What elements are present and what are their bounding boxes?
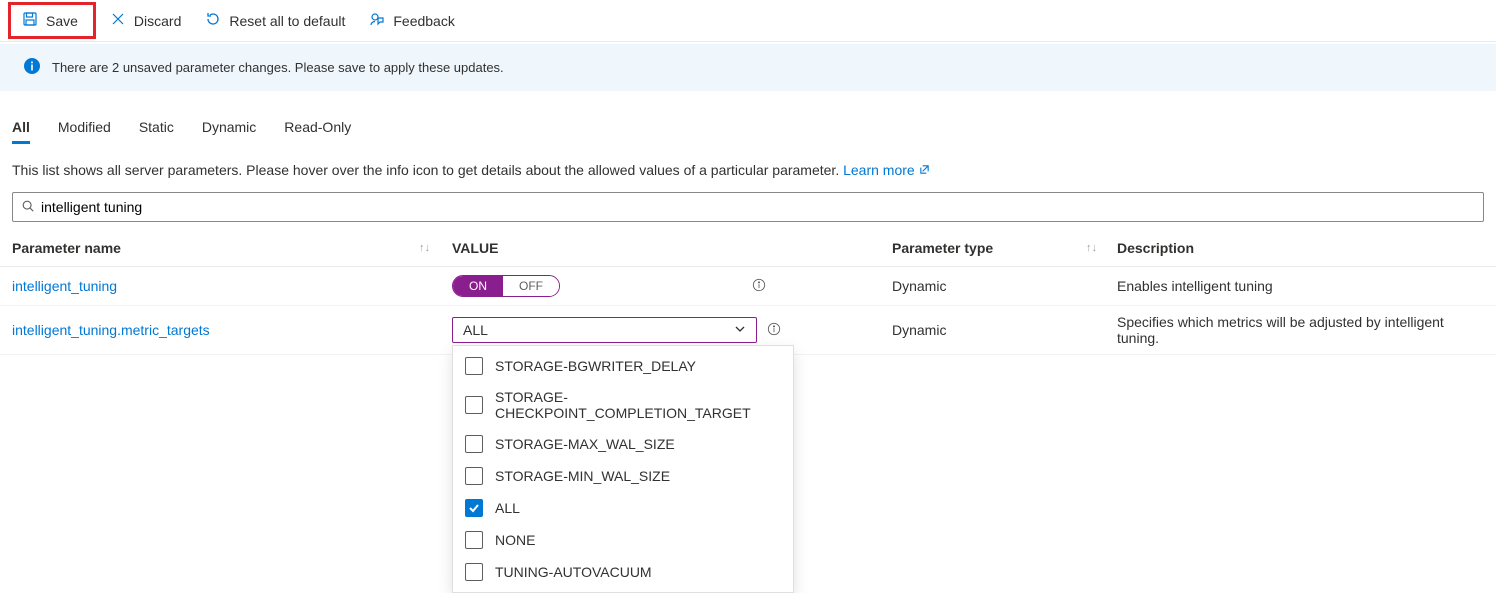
cell-desc: Specifies which metrics will be adjusted… — [1117, 314, 1484, 346]
col-header-value-label: VALUE — [452, 240, 498, 256]
table-row: intelligent_tuning.metric_targets ALL ST… — [0, 306, 1496, 355]
save-label: Save — [46, 13, 78, 29]
info-icon[interactable] — [752, 278, 766, 295]
dropdown-item[interactable]: STORAGE-CHECKPOINT_COMPLETION_TARGET — [453, 382, 793, 428]
learn-more-label: Learn more — [843, 162, 915, 178]
info-banner: There are 2 unsaved parameter changes. P… — [0, 44, 1496, 91]
cell-desc: Enables intelligent tuning — [1117, 278, 1484, 294]
learn-more-link[interactable]: Learn more — [843, 162, 929, 178]
description-row: This list shows all server parameters. P… — [0, 144, 1496, 192]
tab-dynamic[interactable]: Dynamic — [202, 119, 256, 144]
dropdown-item[interactable]: STORAGE-BGWRITER_DELAY — [453, 350, 793, 382]
cell-value: ON OFF — [452, 275, 892, 297]
checkbox[interactable] — [465, 531, 483, 549]
col-header-name[interactable]: Parameter name ↑↓ — [12, 240, 452, 256]
save-button[interactable]: Save — [12, 6, 92, 35]
sort-icon: ↑↓ — [419, 242, 430, 254]
reset-label: Reset all to default — [229, 13, 345, 29]
dropdown-item-label: STORAGE-BGWRITER_DELAY — [495, 358, 696, 374]
col-header-type-label: Parameter type — [892, 240, 993, 256]
dropdown-item-label: NONE — [495, 532, 535, 548]
checkbox[interactable] — [465, 357, 483, 375]
param-link[interactable]: intelligent_tuning.metric_targets — [12, 322, 210, 338]
discard-button[interactable]: Discard — [100, 5, 191, 36]
search-box[interactable] — [12, 192, 1484, 222]
dropdown-item[interactable]: TUNING-AUTOVACUUM — [453, 556, 793, 588]
table-row: intelligent_tuning ON OFF Dynamic Enable… — [0, 267, 1496, 306]
dropdown-item[interactable]: NONE — [453, 524, 793, 556]
chevron-down-icon — [734, 322, 746, 338]
tab-static[interactable]: Static — [139, 119, 174, 144]
checkbox[interactable] — [465, 396, 483, 414]
reset-button[interactable]: Reset all to default — [195, 5, 355, 36]
feedback-label: Feedback — [393, 13, 454, 29]
dropdown-item-label: STORAGE-CHECKPOINT_COMPLETION_TARGET — [495, 389, 781, 421]
dropdown-item[interactable]: ALL — [453, 492, 793, 524]
reset-icon — [205, 11, 221, 30]
tab-modified[interactable]: Modified — [58, 119, 111, 144]
select-value: ALL — [463, 322, 488, 338]
info-icon[interactable] — [767, 322, 781, 339]
checkbox[interactable] — [465, 435, 483, 453]
toggle-off: OFF — [503, 276, 559, 296]
dropdown-menu: STORAGE-BGWRITER_DELAY STORAGE-CHECKPOINT… — [452, 345, 794, 593]
checkbox[interactable] — [465, 563, 483, 581]
col-header-name-label: Parameter name — [12, 240, 121, 256]
dropdown-item[interactable]: STORAGE-MIN_WAL_SIZE — [453, 460, 793, 492]
search-icon — [21, 199, 35, 216]
col-header-value[interactable]: VALUE — [452, 240, 892, 256]
toolbar: Save Discard Reset all to default Feedba… — [0, 0, 1496, 42]
cell-value: ALL STORAGE-BGWRITER_DELAYSTORAGE-CHECKP… — [452, 317, 892, 343]
cell-type: Dynamic — [892, 322, 1117, 338]
dropdown-item-label: TUNING-AUTOVACUUM — [495, 564, 652, 580]
dropdown-item-label: ALL — [495, 500, 520, 516]
col-header-desc-label: Description — [1117, 240, 1194, 256]
cell-name: intelligent_tuning — [12, 278, 452, 294]
toggle-on: ON — [453, 276, 503, 296]
toggle-switch[interactable]: ON OFF — [452, 275, 560, 297]
external-link-icon — [919, 162, 930, 178]
discard-icon — [110, 11, 126, 30]
dropdown-item-label: STORAGE-MIN_WAL_SIZE — [495, 468, 670, 484]
save-icon — [22, 11, 38, 30]
tabs: All Modified Static Dynamic Read-Only — [0, 119, 1496, 144]
col-header-type[interactable]: Parameter type ↑↓ — [892, 240, 1117, 256]
tab-all[interactable]: All — [12, 119, 30, 144]
table-header: Parameter name ↑↓ VALUE Parameter type ↑… — [0, 230, 1496, 267]
feedback-button[interactable]: Feedback — [359, 5, 464, 36]
dropdown-item[interactable]: STORAGE-MAX_WAL_SIZE — [453, 428, 793, 460]
select-box[interactable]: ALL — [452, 317, 757, 343]
sort-icon: ↑↓ — [1086, 242, 1097, 254]
checkbox[interactable] — [465, 499, 483, 517]
table: Parameter name ↑↓ VALUE Parameter type ↑… — [0, 230, 1496, 355]
cell-type: Dynamic — [892, 278, 1117, 294]
search-input[interactable] — [35, 197, 1475, 217]
feedback-icon — [369, 11, 385, 30]
description-text: This list shows all server parameters. P… — [12, 162, 843, 178]
info-banner-text: There are 2 unsaved parameter changes. P… — [52, 60, 504, 75]
tab-readonly[interactable]: Read-Only — [284, 119, 351, 144]
col-header-desc[interactable]: Description — [1117, 240, 1484, 256]
dropdown-item-label: STORAGE-MAX_WAL_SIZE — [495, 436, 675, 452]
save-highlight: Save — [8, 2, 96, 39]
search-wrap — [12, 192, 1484, 222]
param-link[interactable]: intelligent_tuning — [12, 278, 117, 294]
discard-label: Discard — [134, 13, 181, 29]
checkbox[interactable] — [465, 467, 483, 485]
cell-name: intelligent_tuning.metric_targets — [12, 322, 452, 338]
info-icon — [24, 58, 40, 77]
